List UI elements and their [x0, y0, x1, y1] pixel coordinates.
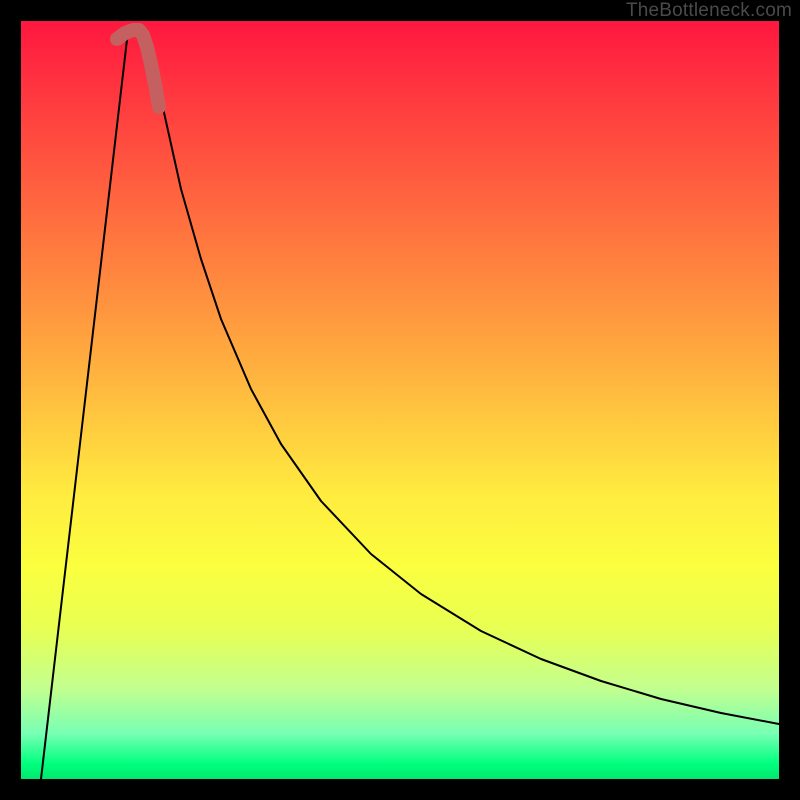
chart-container: TheBottleneck.com — [0, 0, 800, 800]
watermark-text: TheBottleneck.com — [626, 0, 792, 22]
plot-gradient-background — [21, 21, 779, 779]
